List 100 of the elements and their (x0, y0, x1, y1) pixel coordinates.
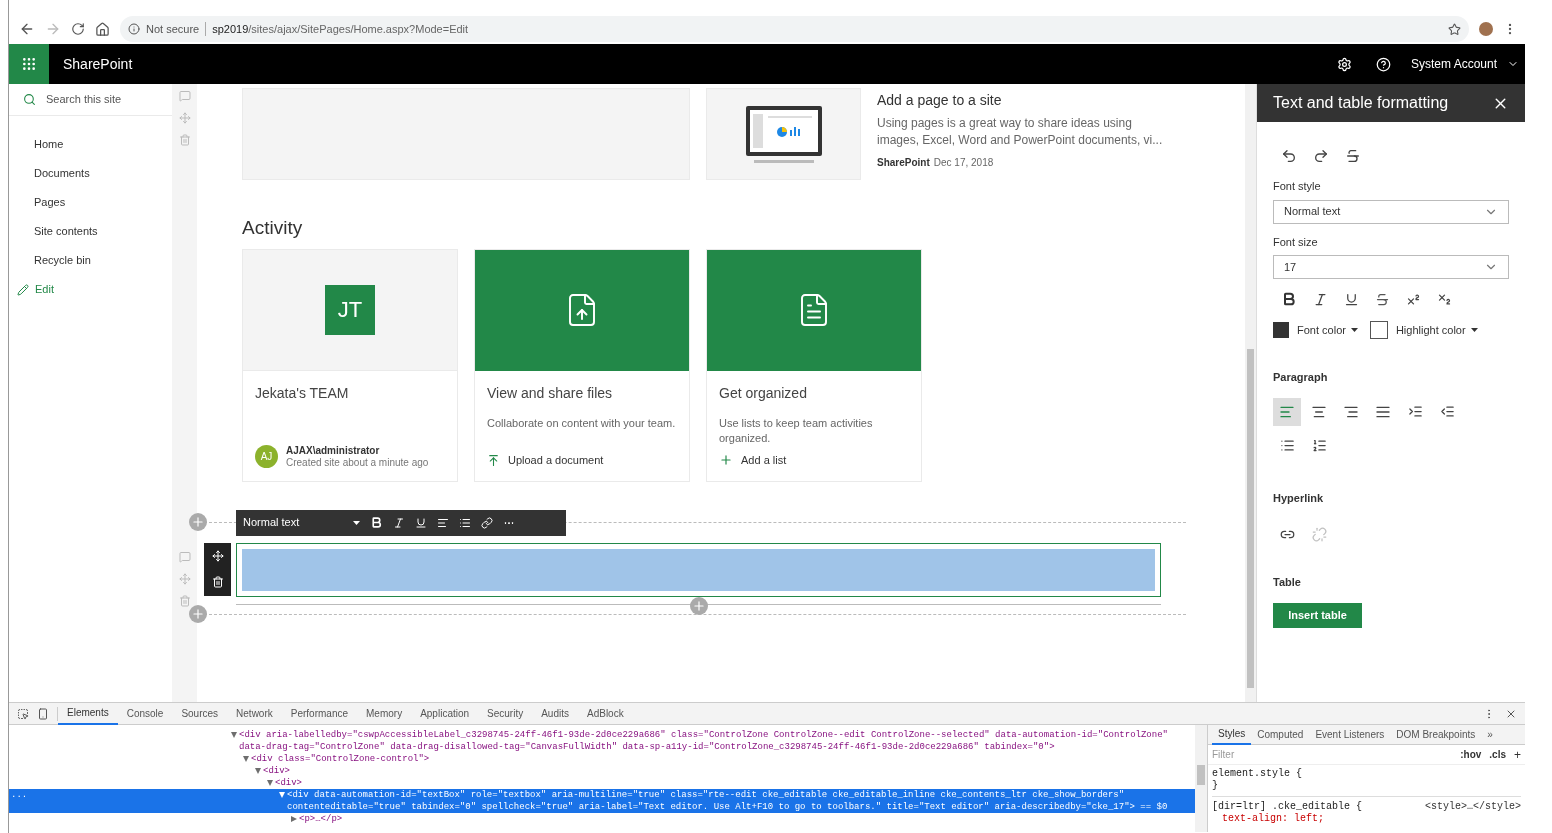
outdent-icon[interactable] (1439, 404, 1455, 419)
section-label: Paragraph (1273, 370, 1329, 385)
styles-tab[interactable]: Event Listeners (1309, 724, 1391, 745)
highlight-color-swatch[interactable] (1369, 321, 1388, 339)
devtools-tab[interactable]: Elements (58, 702, 118, 725)
waffle-icon (21, 56, 37, 72)
link-icon[interactable] (481, 516, 493, 529)
devtools-tab[interactable]: Network (227, 702, 282, 725)
dom-line[interactable]: <div> (9, 777, 1195, 789)
expanded-arrow-icon[interactable] (231, 732, 237, 738)
devtools-tab[interactable]: AdBlock (578, 702, 633, 725)
undo-icon[interactable] (1281, 148, 1297, 164)
dom-element-text: <div class="ControlZone-control"> (251, 753, 430, 765)
news-thumbnail[interactable] (706, 88, 861, 180)
profile-avatar[interactable] (1479, 22, 1493, 36)
underline-icon[interactable] (415, 516, 427, 529)
nav-link[interactable]: Documents (9, 159, 172, 188)
devtools-tab[interactable]: Memory (357, 702, 412, 725)
device-icon[interactable] (37, 707, 49, 720)
devtools-tab[interactable]: Console (117, 702, 173, 725)
nav-link[interactable]: Home (9, 130, 172, 159)
collapsed-arrow-icon[interactable] (291, 816, 297, 822)
class-toggle[interactable]: .cls (1489, 747, 1506, 762)
styles-tab[interactable]: DOM Breakpoints (1390, 724, 1482, 745)
card-title: View and share files (487, 383, 614, 403)
card-action-link[interactable]: Upload a document (487, 452, 677, 469)
style-source-link[interactable]: <style>…</style> (1425, 801, 1521, 813)
subscript-icon[interactable] (1437, 291, 1452, 307)
bold-icon[interactable] (1281, 291, 1297, 307)
address-bar[interactable]: Not secure sp2019/sites/ajax/SitePages/Home.aspx?Mode=Edit (120, 16, 1469, 42)
styles-tab[interactable]: Styles (1212, 724, 1252, 745)
account-menu[interactable]: System Account (1410, 55, 1519, 73)
italic-icon[interactable] (393, 516, 405, 529)
nav-link[interactable]: Recycle bin (9, 246, 172, 275)
hover-state-toggle[interactable]: :hov (1460, 747, 1482, 762)
italic-icon[interactable] (1313, 291, 1328, 307)
settings-icon[interactable] (1336, 56, 1352, 72)
home-icon[interactable] (95, 21, 110, 37)
indent-icon[interactable] (1407, 404, 1423, 419)
news-title[interactable]: Add a page to a site (877, 90, 1177, 111)
dom-line[interactable]: <div class="ControlZone-control"> (9, 753, 1195, 765)
insert-table-button[interactable]: Insert table (1273, 602, 1362, 628)
superscript-icon[interactable] (1406, 291, 1421, 307)
highlight-color-dropdown[interactable]: Highlight color (1395, 321, 1478, 339)
section-heading: Activity (242, 216, 304, 240)
scrollbar[interactable] (1195, 725, 1207, 832)
activity-card[interactable]: View and share files Collaborate on content with your team. Upload a document (474, 248, 690, 482)
edit-link[interactable]: Edit (9, 275, 172, 304)
devtools-tab[interactable]: Sources (172, 702, 228, 725)
app-launcher-button[interactable] (9, 44, 49, 84)
font-color-swatch[interactable] (1273, 322, 1289, 338)
devtools-tab[interactable]: Performance (281, 702, 357, 725)
dom-line[interactable]: <p>…</p> (9, 813, 1195, 825)
numbered-list-icon[interactable] (1311, 438, 1327, 453)
dom-line[interactable]: <div> (9, 765, 1195, 777)
app-name[interactable]: SharePoint (63, 53, 133, 75)
font-size-select[interactable]: 17 (1273, 255, 1509, 279)
move-icon[interactable] (211, 549, 224, 562)
bold-icon[interactable] (370, 516, 383, 529)
field-label: Font size (1273, 234, 1319, 250)
underline-icon[interactable] (1344, 291, 1359, 307)
user-avatar: AJ (255, 445, 278, 468)
upload-icon (487, 453, 500, 467)
bookmark-star-icon[interactable] (1448, 22, 1461, 36)
align-button[interactable] (1273, 397, 1301, 426)
devtools-tab[interactable]: Security (478, 702, 533, 725)
strikethrough-icon[interactable] (1375, 291, 1390, 307)
bullet-list-icon[interactable] (1279, 438, 1295, 453)
section-label: Hyperlink (1273, 490, 1325, 506)
reload-icon[interactable] (71, 22, 85, 36)
font-style-select[interactable]: Normal text (1273, 199, 1509, 224)
back-icon[interactable] (19, 21, 35, 37)
inspect-icon[interactable] (17, 707, 29, 720)
card-description: Collaborate on content with your team. (487, 415, 677, 431)
more-tabs-button[interactable]: » (1487, 727, 1493, 742)
card-action-link[interactable]: Add a list (719, 452, 909, 469)
font-style-dropdown[interactable]: Normal text (243, 514, 360, 531)
align-icon[interactable] (437, 516, 449, 529)
new-rule-button[interactable]: + (1514, 745, 1521, 764)
devtools-tab[interactable]: Audits (532, 702, 578, 725)
panel-title: Text and table formatting (1273, 93, 1449, 113)
nav-link[interactable]: Site contents (9, 217, 172, 246)
user-name: AJAX\administrator (286, 444, 381, 457)
activity-card[interactable]: Get organized Use lists to keep team activities organized. Add a list (706, 248, 922, 482)
scrollbar[interactable] (1245, 84, 1256, 702)
devtools-tab[interactable]: Application (411, 702, 479, 725)
trash-icon[interactable] (211, 576, 224, 589)
css-selector: element.style { (1212, 768, 1302, 780)
styles-tab[interactable]: Computed (1251, 724, 1310, 745)
nav-link[interactable]: Pages (9, 188, 172, 217)
text-web-part[interactable] (236, 542, 1161, 597)
activity-card[interactable]: JT Jekata's TEAM AJ AJAX\administrator Created site about a minute ago (242, 248, 458, 482)
dom-element-text: <div> (263, 765, 290, 777)
selected-marker: ... (11, 790, 28, 800)
css-selector: [dir=ltr] .cke_editable { (1212, 801, 1363, 813)
redo-icon[interactable] (1313, 148, 1329, 164)
caret-icon (1350, 328, 1358, 332)
help-icon[interactable] (1375, 56, 1391, 72)
css-declaration[interactable]: text-align: left; (1212, 813, 1521, 825)
font-color-dropdown[interactable]: Font color (1297, 321, 1358, 339)
